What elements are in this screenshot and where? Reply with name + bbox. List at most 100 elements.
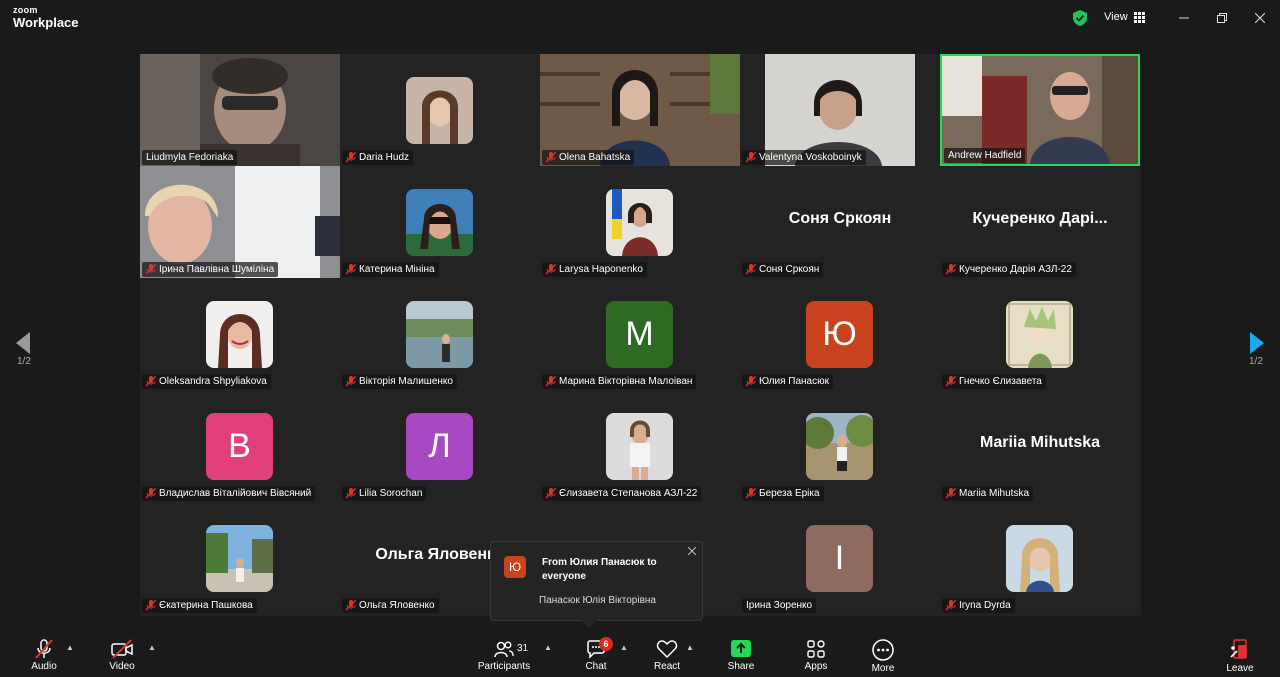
- participant-name-label: Oleksandra Shpyliakova: [142, 374, 271, 389]
- participant-tile[interactable]: Daria Hudz: [340, 54, 540, 166]
- muted-mic-icon: [346, 488, 356, 499]
- participant-tile[interactable]: Кучеренко Дарі... Кучеренко Дарія АЗЛ-22: [940, 166, 1140, 278]
- participant-name-label: Liudmyla Fedoriaka: [142, 150, 238, 165]
- close-window-button[interactable]: [1248, 8, 1272, 28]
- participant-tile[interactable]: Valentyna Voskoboinyk: [740, 54, 940, 166]
- participant-name-label: Береза Еріка: [742, 486, 824, 501]
- share-screen-icon: [731, 640, 751, 657]
- muted-mic-icon: [346, 152, 356, 163]
- participant-name-label: Olena Bahatska: [542, 150, 635, 165]
- participant-name-label: Катерина Мініна: [342, 262, 439, 277]
- participant-tile[interactable]: Oleksandra Shpyliakova: [140, 278, 340, 390]
- participant-tile[interactable]: Єлизавета Степанова АЗЛ-22: [540, 390, 740, 502]
- close-icon: [687, 546, 697, 556]
- more-button[interactable]: More: [866, 629, 900, 677]
- participant-tile[interactable]: Вікторія Малишенко: [340, 278, 540, 390]
- profile-photo: [206, 301, 273, 368]
- participant-name-label: Марина Вікторівна Малоіван: [542, 374, 697, 389]
- participant-name-label: Andrew Hadfield: [944, 148, 1026, 163]
- apps-label: Apps: [804, 661, 828, 672]
- participant-tile[interactable]: I Ірина Зоренко: [740, 502, 940, 614]
- minimize-button[interactable]: [1172, 8, 1196, 28]
- chat-options-caret-icon[interactable]: ▲: [620, 643, 628, 652]
- more-icon: [872, 639, 894, 661]
- muted-mic-icon: [746, 264, 756, 275]
- audio-options-caret-icon[interactable]: ▲: [66, 643, 74, 652]
- participant-tile[interactable]: Larysa Haponenko: [540, 166, 740, 278]
- participant-name: Daria Hudz: [359, 152, 410, 163]
- profile-photo: [1006, 301, 1073, 368]
- participant-tile[interactable]: Ю Юлия Панасюк: [740, 278, 940, 390]
- participant-tile[interactable]: Соня Сркоян Соня Сркоян: [740, 166, 940, 278]
- react-options-caret-icon[interactable]: ▲: [686, 643, 694, 652]
- participant-tile[interactable]: Ірина Павлівна Шуміліна: [140, 166, 340, 278]
- restore-icon: [1217, 13, 1227, 23]
- page-indicator-right: 1/2: [1249, 356, 1263, 367]
- participant-tile[interactable]: Катерина Мініна: [340, 166, 540, 278]
- chat-label: Chat: [585, 661, 607, 672]
- audio-button[interactable]: Audio: [24, 629, 64, 677]
- participant-tile[interactable]: Mariia Mihutska Mariia Mihutska: [940, 390, 1140, 502]
- participants-options-caret-icon[interactable]: ▲: [544, 643, 552, 652]
- participant-name: Соня Сркоян: [759, 264, 820, 275]
- participant-name: Береза Еріка: [759, 488, 820, 499]
- participant-name: Вікторія Малишенко: [359, 376, 453, 387]
- leave-button[interactable]: Leave: [1222, 629, 1258, 677]
- video-options-caret-icon[interactable]: ▲: [148, 643, 156, 652]
- participant-name-label: Єлизавета Степанова АЗЛ-22: [542, 486, 702, 501]
- logo-zoom-text: zoom: [13, 5, 38, 15]
- participant-tile[interactable]: Гнечко Єлизавета: [940, 278, 1140, 390]
- shield-check-icon[interactable]: [1073, 10, 1087, 26]
- muted-mic-icon: [746, 152, 756, 163]
- participant-tile[interactable]: Iryna Dyrda: [940, 502, 1140, 614]
- participant-name-label: Iryna Dyrda: [942, 598, 1015, 613]
- react-button[interactable]: React: [650, 629, 684, 677]
- muted-mic-icon: [546, 152, 556, 163]
- chat-unread-badge: 6: [599, 637, 613, 651]
- participant-display-name: Кучеренко Дарі...: [972, 210, 1108, 227]
- close-notification-button[interactable]: [687, 546, 697, 558]
- active-speaker-tile[interactable]: Andrew Hadfield: [940, 54, 1140, 166]
- participant-tile[interactable]: M Марина Вікторівна Малоіван: [540, 278, 740, 390]
- participant-name: Владислав Віталійович Вівсяний: [159, 488, 312, 499]
- participant-name: Lilia Sorochan: [359, 488, 423, 499]
- profile-photo: [406, 189, 473, 256]
- participant-tile[interactable]: Єкатерина Пашкова: [140, 502, 340, 614]
- participant-name: Mariia Mihutska: [959, 488, 1030, 499]
- participant-name: Кучеренко Дарія АЗЛ-22: [959, 264, 1072, 275]
- apps-button[interactable]: Apps: [800, 629, 832, 677]
- participant-name: Ірина Зоренко: [746, 600, 813, 611]
- muted-mic-icon: [346, 376, 356, 387]
- video-label: Video: [109, 661, 135, 672]
- participant-display-name: Соня Сркоян: [788, 210, 892, 227]
- participant-name-label: Вікторія Малишенко: [342, 374, 457, 389]
- participant-name: Iryna Dyrda: [959, 600, 1011, 611]
- restore-button[interactable]: [1210, 8, 1234, 28]
- share-label: Share: [727, 661, 755, 672]
- profile-photo: [406, 301, 473, 368]
- participant-name-label: Кучеренко Дарія АЗЛ-22: [942, 262, 1076, 277]
- profile-photo: [406, 77, 473, 144]
- avatar-letter: I: [806, 525, 873, 592]
- grid-view-icon: [1133, 11, 1145, 23]
- view-button[interactable]: View: [1104, 11, 1145, 23]
- participant-name: Гнечко Єлизавета: [959, 376, 1042, 387]
- muted-mic-icon: [546, 264, 556, 275]
- muted-mic-icon: [146, 488, 156, 499]
- participant-tile[interactable]: Liudmyla Fedoriaka: [140, 54, 340, 166]
- participant-name-label: Larysa Haponenko: [542, 262, 647, 277]
- participant-tile[interactable]: Береза Еріка: [740, 390, 940, 502]
- participant-tile[interactable]: Olena Bahatska: [540, 54, 740, 166]
- participant-tile[interactable]: Л Lilia Sorochan: [340, 390, 540, 502]
- profile-photo: [606, 189, 673, 256]
- popup-pointer: [581, 620, 597, 628]
- participant-tile[interactable]: B Владислав Віталійович Вівсяний: [140, 390, 340, 502]
- muted-mic-icon: [346, 600, 356, 611]
- share-button[interactable]: Share: [724, 629, 758, 677]
- profile-photo: [806, 413, 873, 480]
- participant-name: Andrew Hadfield: [948, 150, 1022, 161]
- meeting-toolbar: Audio ▲ Video ▲ Participants 31 ▲ Chat 6…: [0, 629, 1280, 677]
- video-button[interactable]: Video: [102, 629, 142, 677]
- muted-mic-icon: [146, 376, 156, 387]
- chat-notification-popup[interactable]: Ю From Юлия Панасюк to everyone Панасюк …: [490, 541, 703, 628]
